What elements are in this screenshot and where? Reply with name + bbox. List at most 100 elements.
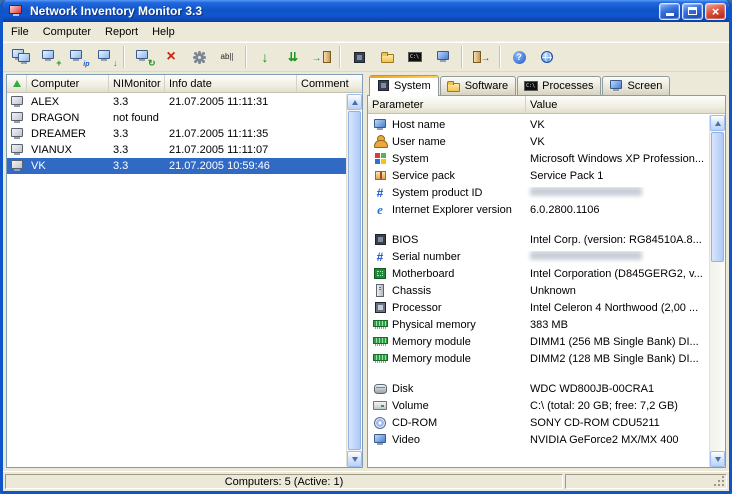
delete-button[interactable]: × — [158, 45, 184, 70]
scrollbar-track[interactable] — [710, 131, 725, 451]
tab-screen[interactable]: Screen — [602, 76, 670, 95]
tab-software[interactable]: Software — [440, 76, 516, 95]
resize-grip[interactable] — [713, 475, 725, 487]
column-header-nimonitor[interactable]: NIMonitor — [109, 75, 165, 93]
help-button[interactable]: ? — [506, 45, 532, 70]
column-header-comment[interactable]: Comment — [297, 75, 362, 93]
param-value: Intel Corporation (D845GERG2, v... — [526, 268, 709, 280]
minimize-button[interactable] — [659, 3, 680, 20]
computer-row-dreamer[interactable]: DREAMER3.321.07.2005 11:11:35 — [7, 126, 346, 142]
column-header-parameter[interactable]: Parameter — [368, 96, 526, 114]
import-computer-button[interactable]: ↓ — [92, 45, 118, 70]
sort-column-header[interactable] — [7, 75, 27, 93]
param-value — [526, 187, 709, 199]
cell-nimonitor: 3.3 — [109, 160, 165, 172]
info-row[interactable]: DiskWDC WD800JB-00CRA1 — [368, 380, 709, 397]
scrollbar-thumb[interactable] — [348, 111, 361, 450]
computer-list-scrollbar[interactable] — [346, 94, 362, 467]
tab-label: System — [394, 80, 431, 92]
screen-button[interactable] — [430, 45, 456, 70]
scroll-up-button[interactable] — [710, 115, 725, 131]
info-row[interactable]: MotherboardIntel Corporation (D845GERG2,… — [368, 265, 709, 282]
main-area: Computer NIMonitor Info date Comment ALE… — [3, 72, 729, 471]
info-row[interactable]: Host nameVK — [368, 116, 709, 133]
cell-computer: DRAGON — [27, 112, 109, 124]
param-label: Physical memory — [392, 319, 476, 331]
add-ip-button[interactable]: ip — [64, 45, 90, 70]
computer-row-vk[interactable]: VK3.321.07.2005 10:59:46 — [7, 158, 346, 174]
menu-help[interactable]: Help — [145, 24, 182, 40]
system-info-scrollbar[interactable] — [709, 115, 725, 467]
rename-button[interactable]: ab| — [214, 45, 240, 70]
user-icon — [371, 134, 389, 149]
param-value: 383 MB — [526, 319, 709, 331]
menu-file[interactable]: File — [4, 24, 36, 40]
sort-asc-icon — [13, 80, 21, 87]
param-label: Service pack — [392, 170, 455, 182]
get-all-data-button[interactable]: ⇊ — [280, 45, 306, 70]
info-row[interactable]: #Serial number — [368, 248, 709, 265]
scrollbar-thumb[interactable] — [711, 132, 724, 262]
poll-button[interactable]: ↻ — [130, 45, 156, 70]
info-row[interactable]: Service packService Pack 1 — [368, 167, 709, 184]
info-row[interactable]: eInternet Explorer version6.0.2800.1106 — [368, 201, 709, 218]
param-label: Memory module — [392, 336, 471, 348]
export-button[interactable]: → — [468, 45, 494, 70]
scroll-up-button[interactable] — [347, 94, 362, 110]
send-icon: → — [311, 48, 332, 67]
info-row[interactable]: CD-ROMSONY CD-ROM CDU5211 — [368, 414, 709, 431]
param-value: 6.0.2800.1106 — [526, 204, 709, 216]
hardware-button[interactable] — [346, 45, 372, 70]
system-info-view: Parameter Value Host nameVKUser nameVKSy… — [367, 95, 726, 468]
column-header-info-date[interactable]: Info date — [165, 75, 297, 93]
service-pack-icon — [371, 168, 389, 183]
send-button[interactable]: → — [308, 45, 334, 70]
bios-icon — [371, 232, 389, 247]
scroll-down-button[interactable] — [347, 451, 362, 467]
maximize-button[interactable] — [682, 3, 703, 20]
menu-report[interactable]: Report — [98, 24, 145, 40]
processes-button[interactable]: C:\ — [402, 45, 428, 70]
cell-info-date: 21.07.2005 11:11:31 — [165, 96, 297, 108]
tab-system[interactable]: System — [369, 75, 439, 96]
param-value: DIMM2 (128 MB Single Bank) DI... — [526, 353, 709, 365]
param-label: Serial number — [392, 251, 460, 263]
scroll-down-icon — [352, 457, 358, 462]
settings-button[interactable] — [186, 45, 212, 70]
param-value: Intel Corp. (version: RG84510A.8... — [526, 234, 709, 246]
get-data-button[interactable]: ↓ — [252, 45, 278, 70]
menu-computer[interactable]: Computer — [36, 24, 98, 40]
info-row[interactable]: VolumeC:\ (total: 20 GB; free: 7,2 GB) — [368, 397, 709, 414]
close-button[interactable]: × — [705, 3, 726, 20]
folder-button[interactable] — [374, 45, 400, 70]
tab-processes[interactable]: C:\Processes — [517, 76, 601, 95]
computer-row-vianux[interactable]: VIANUX3.321.07.2005 11:11:07 — [7, 142, 346, 158]
settings-icon — [189, 48, 210, 67]
info-row[interactable]: Memory moduleDIMM2 (128 MB Single Bank) … — [368, 350, 709, 367]
info-row[interactable]: #System product ID — [368, 184, 709, 201]
info-row[interactable]: ProcessorIntel Celeron 4 Northwood (2,00… — [368, 299, 709, 316]
param-value: C:\ (total: 20 GB; free: 7,2 GB) — [526, 400, 709, 412]
titlebar[interactable]: Network Inventory Monitor 3.3 × — [3, 0, 729, 22]
info-row[interactable]: BIOS Intel Corp. (version: RG84510A.8... — [368, 231, 709, 248]
param-label: System product ID — [392, 187, 482, 199]
scroll-down-button[interactable] — [710, 451, 725, 467]
column-header-value[interactable]: Value — [526, 96, 725, 114]
rename-icon: ab| — [217, 48, 238, 67]
computer-row-dragon[interactable]: DRAGONnot found — [7, 110, 346, 126]
computer-row-alex[interactable]: ALEX3.321.07.2005 11:11:31 — [7, 94, 346, 110]
find-computers-button[interactable] — [8, 45, 34, 70]
info-row[interactable]: VideoNVIDIA GeForce2 MX/MX 400 — [368, 431, 709, 448]
info-row[interactable]: User nameVK — [368, 133, 709, 150]
column-header-computer[interactable]: Computer — [27, 75, 109, 93]
scrollbar-track[interactable] — [347, 110, 362, 451]
info-row[interactable]: SystemMicrosoft Windows XP Profession... — [368, 150, 709, 167]
info-row[interactable]: Memory moduleDIMM1 (256 MB Single Bank) … — [368, 333, 709, 350]
update-button[interactable] — [534, 45, 560, 70]
info-row[interactable]: Physical memory 383 MB — [368, 316, 709, 333]
disk-icon — [371, 381, 389, 396]
info-row[interactable]: ChassisUnknown — [368, 282, 709, 299]
toolbar-separator — [339, 46, 341, 68]
param-label: BIOS — [392, 234, 418, 246]
add-computer-button[interactable]: + — [36, 45, 62, 70]
